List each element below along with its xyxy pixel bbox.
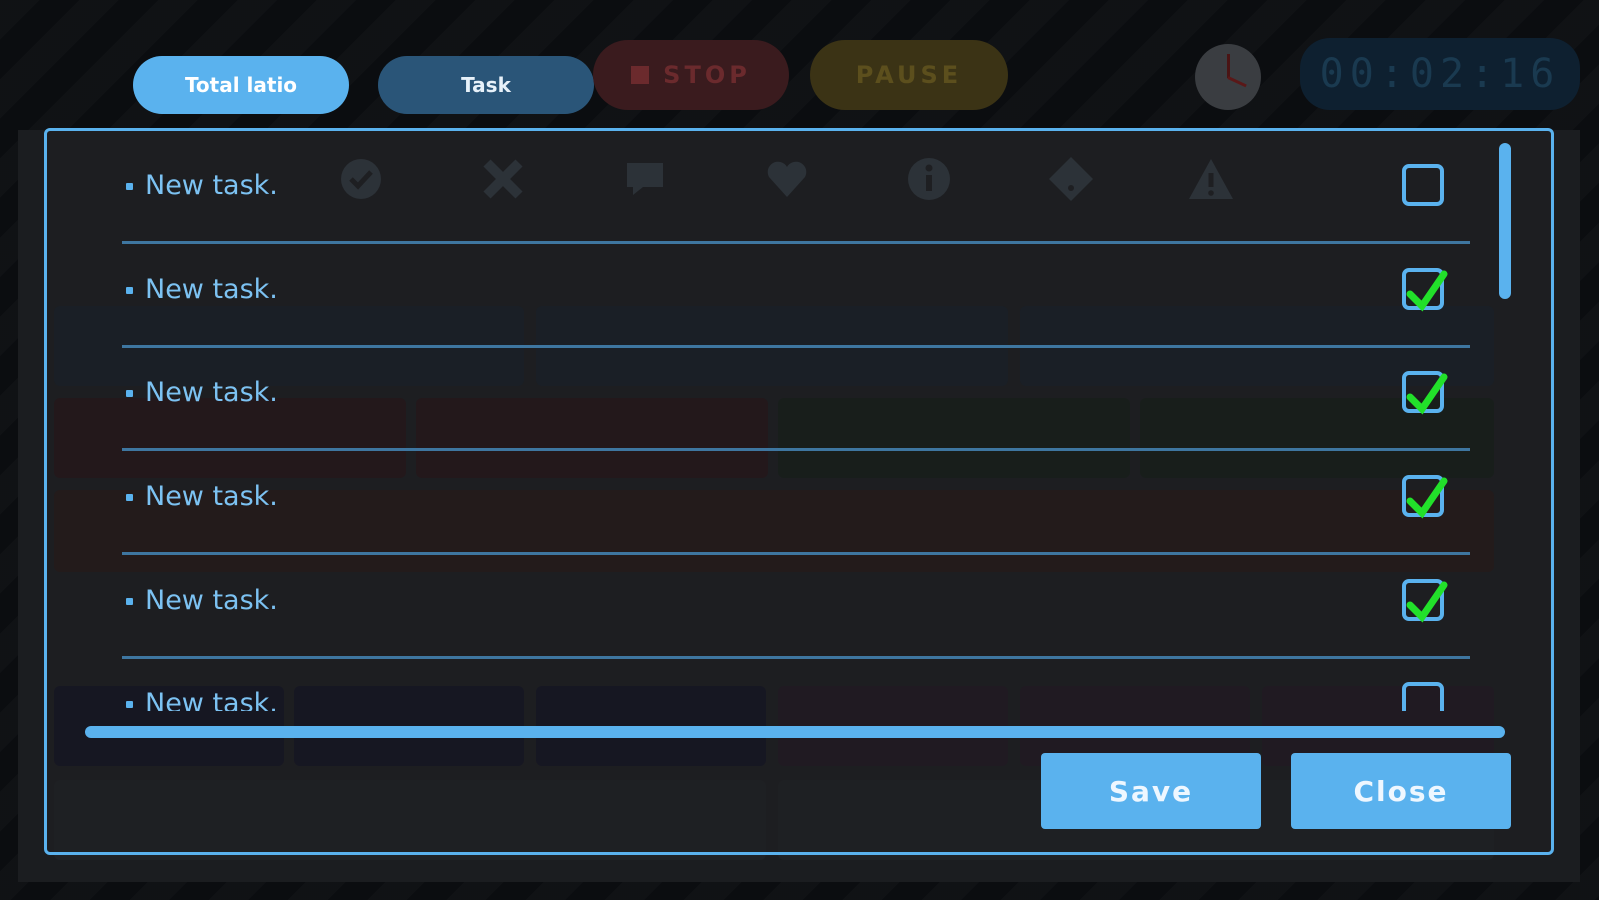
task-label[interactable]: New task. (145, 274, 278, 306)
close-button[interactable]: Close (1291, 753, 1511, 829)
vertical-scrollbar[interactable] (1499, 143, 1511, 299)
checkmark-icon (1406, 581, 1448, 623)
task-row: New task. (47, 546, 1551, 659)
bullet-icon (126, 494, 133, 501)
clock-icon (1195, 44, 1261, 110)
bullet-icon (126, 701, 133, 708)
pause-label: PAUSE (855, 61, 963, 89)
task-row: New task. (47, 131, 1551, 244)
task-list: New task. New task. New task. New task. (47, 131, 1551, 711)
checkmark-icon (1406, 373, 1448, 415)
task-dialog: New task. New task. New task. New task. (44, 128, 1554, 855)
task-checkbox[interactable] (1402, 682, 1444, 711)
checkmark-icon (1406, 477, 1448, 519)
task-checkbox[interactable] (1402, 475, 1448, 519)
bullet-icon (126, 390, 133, 397)
task-checkbox[interactable] (1402, 164, 1444, 206)
task-row: New task. (47, 442, 1551, 555)
task-label[interactable]: New task. (145, 377, 278, 409)
save-button[interactable]: Save (1041, 753, 1261, 829)
horizontal-scrollbar[interactable] (85, 726, 1505, 738)
timer-display: 00:02:16 (1300, 38, 1580, 110)
task-row: New task. (47, 338, 1551, 451)
task-label[interactable]: New task. (145, 170, 278, 202)
task-checkbox[interactable] (1402, 579, 1448, 623)
task-checkbox[interactable] (1402, 371, 1448, 415)
tab-total-latio[interactable]: Total latio (133, 56, 349, 114)
checkmark-icon (1406, 270, 1448, 312)
stop-icon (631, 66, 650, 84)
task-label[interactable]: New task. (145, 481, 278, 513)
task-label[interactable]: New task. (145, 585, 278, 617)
task-row: New task. (47, 649, 1551, 711)
stop-label: STOP (663, 61, 751, 89)
pause-button: PAUSE (810, 40, 1008, 110)
bullet-icon (126, 287, 133, 294)
bullet-icon (126, 183, 133, 190)
task-label[interactable]: New task. (145, 688, 278, 711)
bullet-icon (126, 598, 133, 605)
task-row: New task. (47, 235, 1551, 348)
stop-button: STOP (593, 40, 789, 110)
task-checkbox[interactable] (1402, 268, 1448, 312)
tab-task[interactable]: Task (378, 56, 594, 114)
